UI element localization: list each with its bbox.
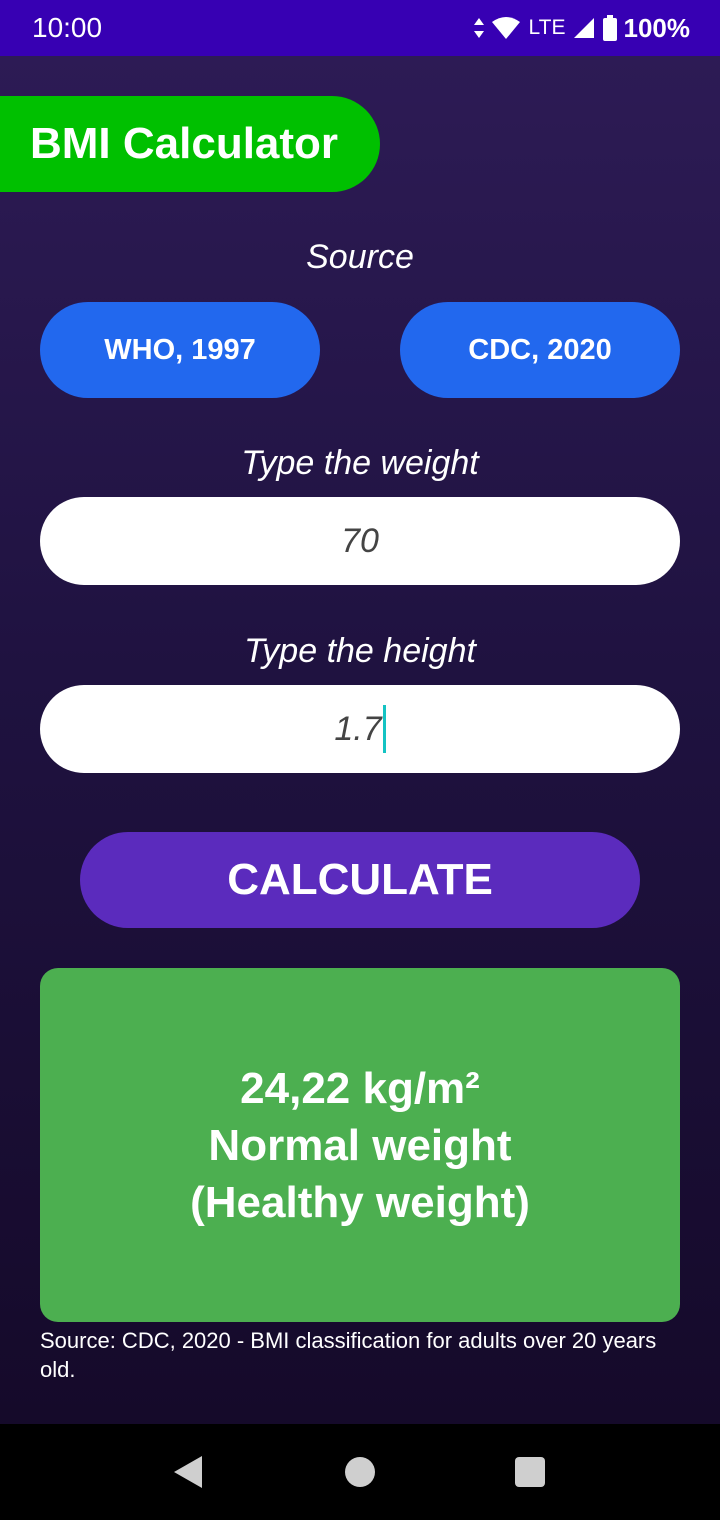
wifi-icon: [491, 17, 520, 39]
result-card: 24,22 kg/m² Normal weight (Healthy weigh…: [40, 968, 680, 1322]
calculate-button[interactable]: CALCULATE: [80, 832, 640, 928]
navigation-bar: [0, 1424, 720, 1520]
data-arrows-icon: [473, 18, 484, 38]
bmi-category: Normal weight: [208, 1120, 512, 1170]
text-cursor: [382, 705, 386, 753]
weight-input[interactable]: 70: [40, 497, 680, 585]
weight-value: 70: [341, 521, 379, 560]
battery-icon: [602, 15, 617, 41]
height-input[interactable]: 1.7: [40, 685, 680, 773]
home-icon[interactable]: [345, 1457, 375, 1487]
network-type: LTE: [528, 16, 566, 39]
back-icon[interactable]: [174, 1456, 202, 1488]
height-label: Type the height: [244, 632, 476, 670]
source-who-button[interactable]: WHO, 1997: [40, 302, 320, 398]
source-note: Source: CDC, 2020 - BMI classification f…: [40, 1328, 657, 1382]
bmi-category-detail: (Healthy weight): [190, 1177, 530, 1227]
signal-icon: [573, 18, 594, 38]
status-icons: LTE 100%: [473, 13, 690, 44]
battery-percent: 100%: [623, 12, 691, 43]
source-label: Source: [306, 238, 414, 276]
recents-icon[interactable]: [515, 1457, 545, 1487]
weight-label: Type the weight: [241, 444, 479, 482]
app-title: BMI Calculator: [0, 96, 380, 192]
status-bar: 10:00 LTE 100%: [0, 0, 720, 56]
bmi-value: 24,22 kg/m²: [240, 1063, 480, 1113]
height-value: 1.7: [334, 709, 382, 748]
source-cdc-button[interactable]: CDC, 2020: [400, 302, 680, 398]
status-time: 10:00: [32, 12, 103, 43]
bmi-app-screen: BMI Calculator Source WHO, 1997 CDC, 202…: [0, 56, 720, 1424]
